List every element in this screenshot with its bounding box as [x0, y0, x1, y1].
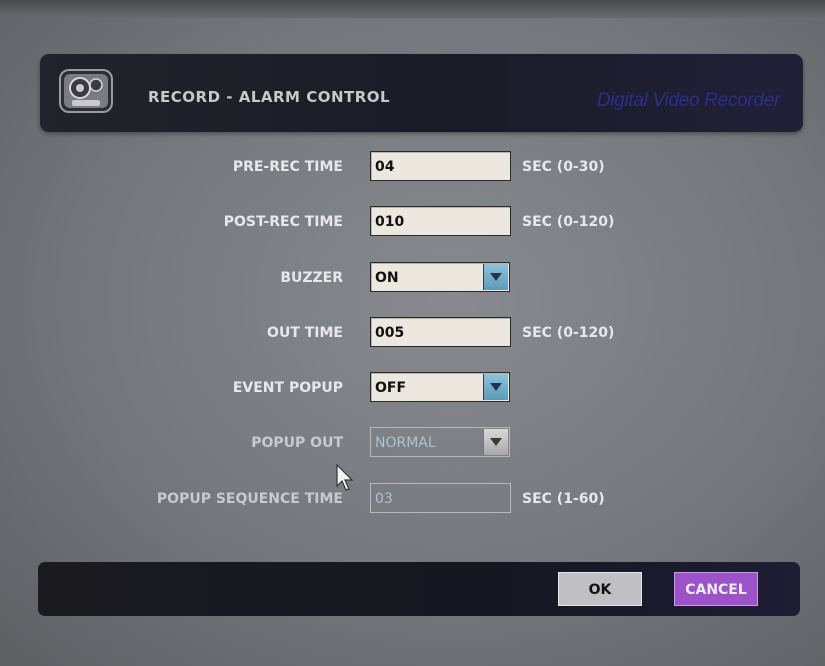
pre-rec-time-label: PRE-REC TIME [232, 159, 343, 175]
pre-rec-time-unit: SEC (0-30) [522, 159, 605, 175]
top-strip [0, 0, 825, 18]
buzzer-dropdown-button[interactable] [483, 264, 508, 290]
mouse-cursor-icon [336, 464, 354, 491]
buzzer-label: BUZZER [280, 270, 343, 286]
popup-out-dropdown-button [483, 429, 508, 455]
popup-out-value: NORMAL [375, 435, 436, 451]
pre-rec-time-row: PRE-REC TIME 04 SEC (0-30) [0, 151, 825, 183]
event-popup-row: EVENT POPUP OFF [0, 372, 825, 404]
page-title: RECORD - ALARM CONTROL [148, 88, 391, 106]
out-time-label: OUT TIME [267, 325, 343, 341]
chevron-down-icon [490, 273, 502, 281]
post-rec-time-input[interactable]: 010 [370, 206, 511, 236]
popup-sequence-time-unit: SEC (1-60) [522, 491, 605, 507]
popup-sequence-time-label: POPUP SEQUENCE TIME [156, 491, 343, 507]
out-time-value: 005 [375, 325, 405, 341]
cancel-button[interactable]: CANCEL [674, 572, 758, 606]
popup-out-label: POPUP OUT [251, 435, 343, 451]
out-time-input[interactable]: 005 [370, 317, 511, 347]
event-popup-value: OFF [375, 380, 407, 396]
out-time-row: OUT TIME 005 SEC (0-120) [0, 317, 825, 349]
post-rec-time-value: 010 [375, 214, 405, 230]
event-popup-label: EVENT POPUP [232, 380, 343, 396]
popup-out-row: POPUP OUT NORMAL [0, 427, 825, 459]
out-time-unit: SEC (0-120) [522, 325, 615, 341]
post-rec-time-unit: SEC (0-120) [522, 214, 615, 230]
ok-button[interactable]: OK [558, 572, 642, 606]
buzzer-value: ON [375, 270, 399, 286]
chevron-down-icon [490, 438, 502, 446]
camera-icon [59, 69, 113, 113]
pre-rec-time-input[interactable]: 04 [370, 151, 511, 181]
chevron-down-icon [490, 383, 502, 391]
post-rec-time-label: POST-REC TIME [223, 214, 343, 230]
pre-rec-time-value: 04 [375, 159, 395, 175]
post-rec-time-row: POST-REC TIME 010 SEC (0-120) [0, 206, 825, 238]
dvr-screen: RECORD - ALARM CONTROL Digital Video Rec… [0, 0, 825, 666]
popup-sequence-time-row: POPUP SEQUENCE TIME 03 SEC (1-60) [0, 483, 825, 515]
buzzer-select[interactable]: ON [370, 262, 510, 292]
popup-out-select: NORMAL [370, 427, 510, 457]
buzzer-row: BUZZER ON [0, 262, 825, 294]
event-popup-dropdown-button[interactable] [483, 374, 508, 400]
popup-sequence-time-value: 03 [375, 491, 393, 507]
event-popup-select[interactable]: OFF [370, 372, 510, 402]
brand-label: Digital Video Recorder [596, 90, 780, 111]
popup-sequence-time-input: 03 [370, 483, 511, 513]
